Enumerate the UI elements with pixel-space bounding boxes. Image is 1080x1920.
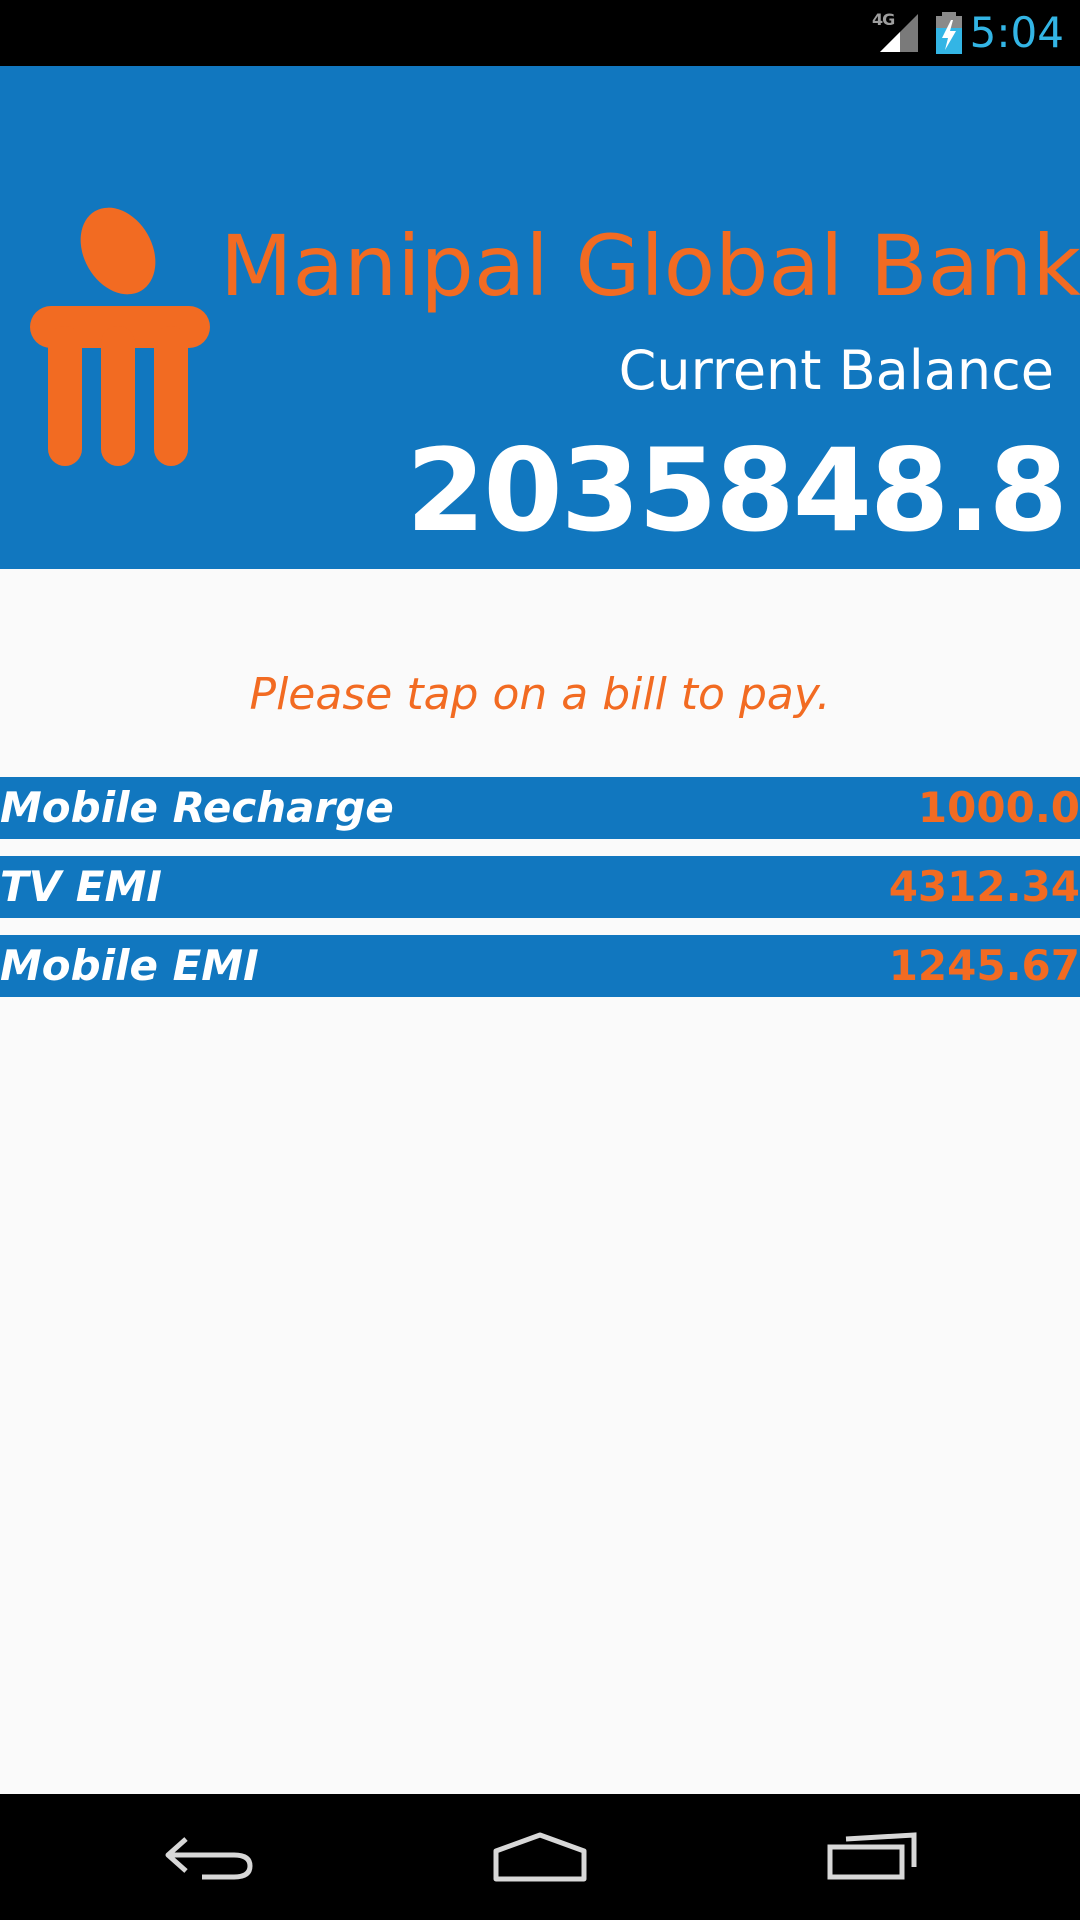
current-balance-label: Current Balance bbox=[618, 339, 1054, 402]
bill-row-tv-emi[interactable]: TV EMI 4312.34 bbox=[0, 856, 1080, 918]
home-icon bbox=[493, 1832, 587, 1882]
battery-charging-icon bbox=[936, 12, 962, 54]
bank-name: Manipal Global Bank bbox=[220, 217, 1080, 315]
instruction-text: Please tap on a bill to pay. bbox=[249, 669, 831, 720]
app-screen: 4G 5:04 Manipal Global Bank Current Bala… bbox=[0, 0, 1080, 1920]
status-time: 5:04 bbox=[969, 8, 1064, 57]
bill-row-mobile-recharge[interactable]: Mobile Recharge 1000.0 bbox=[0, 777, 1080, 839]
recents-icon bbox=[827, 1832, 917, 1880]
home-button[interactable] bbox=[440, 1794, 640, 1920]
bill-amount: 4312.34 bbox=[888, 862, 1080, 911]
bank-logo-icon bbox=[30, 207, 210, 466]
bill-name: Mobile EMI bbox=[0, 941, 259, 990]
bill-amount: 1000.0 bbox=[917, 783, 1080, 832]
status-bar: 4G 5:04 bbox=[0, 0, 1080, 66]
bill-name: Mobile Recharge bbox=[0, 783, 394, 832]
bill-row-mobile-emi[interactable]: Mobile EMI 1245.67 bbox=[0, 935, 1080, 997]
bill-name: TV EMI bbox=[0, 862, 162, 911]
back-icon bbox=[165, 1837, 253, 1880]
recents-button[interactable] bbox=[772, 1794, 972, 1920]
header-banner: Manipal Global Bank Current Balance 2035… bbox=[0, 66, 1080, 569]
bill-amount: 1245.67 bbox=[888, 941, 1080, 990]
current-balance-value: 2035848.8 bbox=[406, 424, 1068, 557]
navigation-bar bbox=[0, 1794, 1080, 1920]
signal-icon bbox=[880, 14, 918, 52]
back-button[interactable] bbox=[110, 1794, 310, 1920]
